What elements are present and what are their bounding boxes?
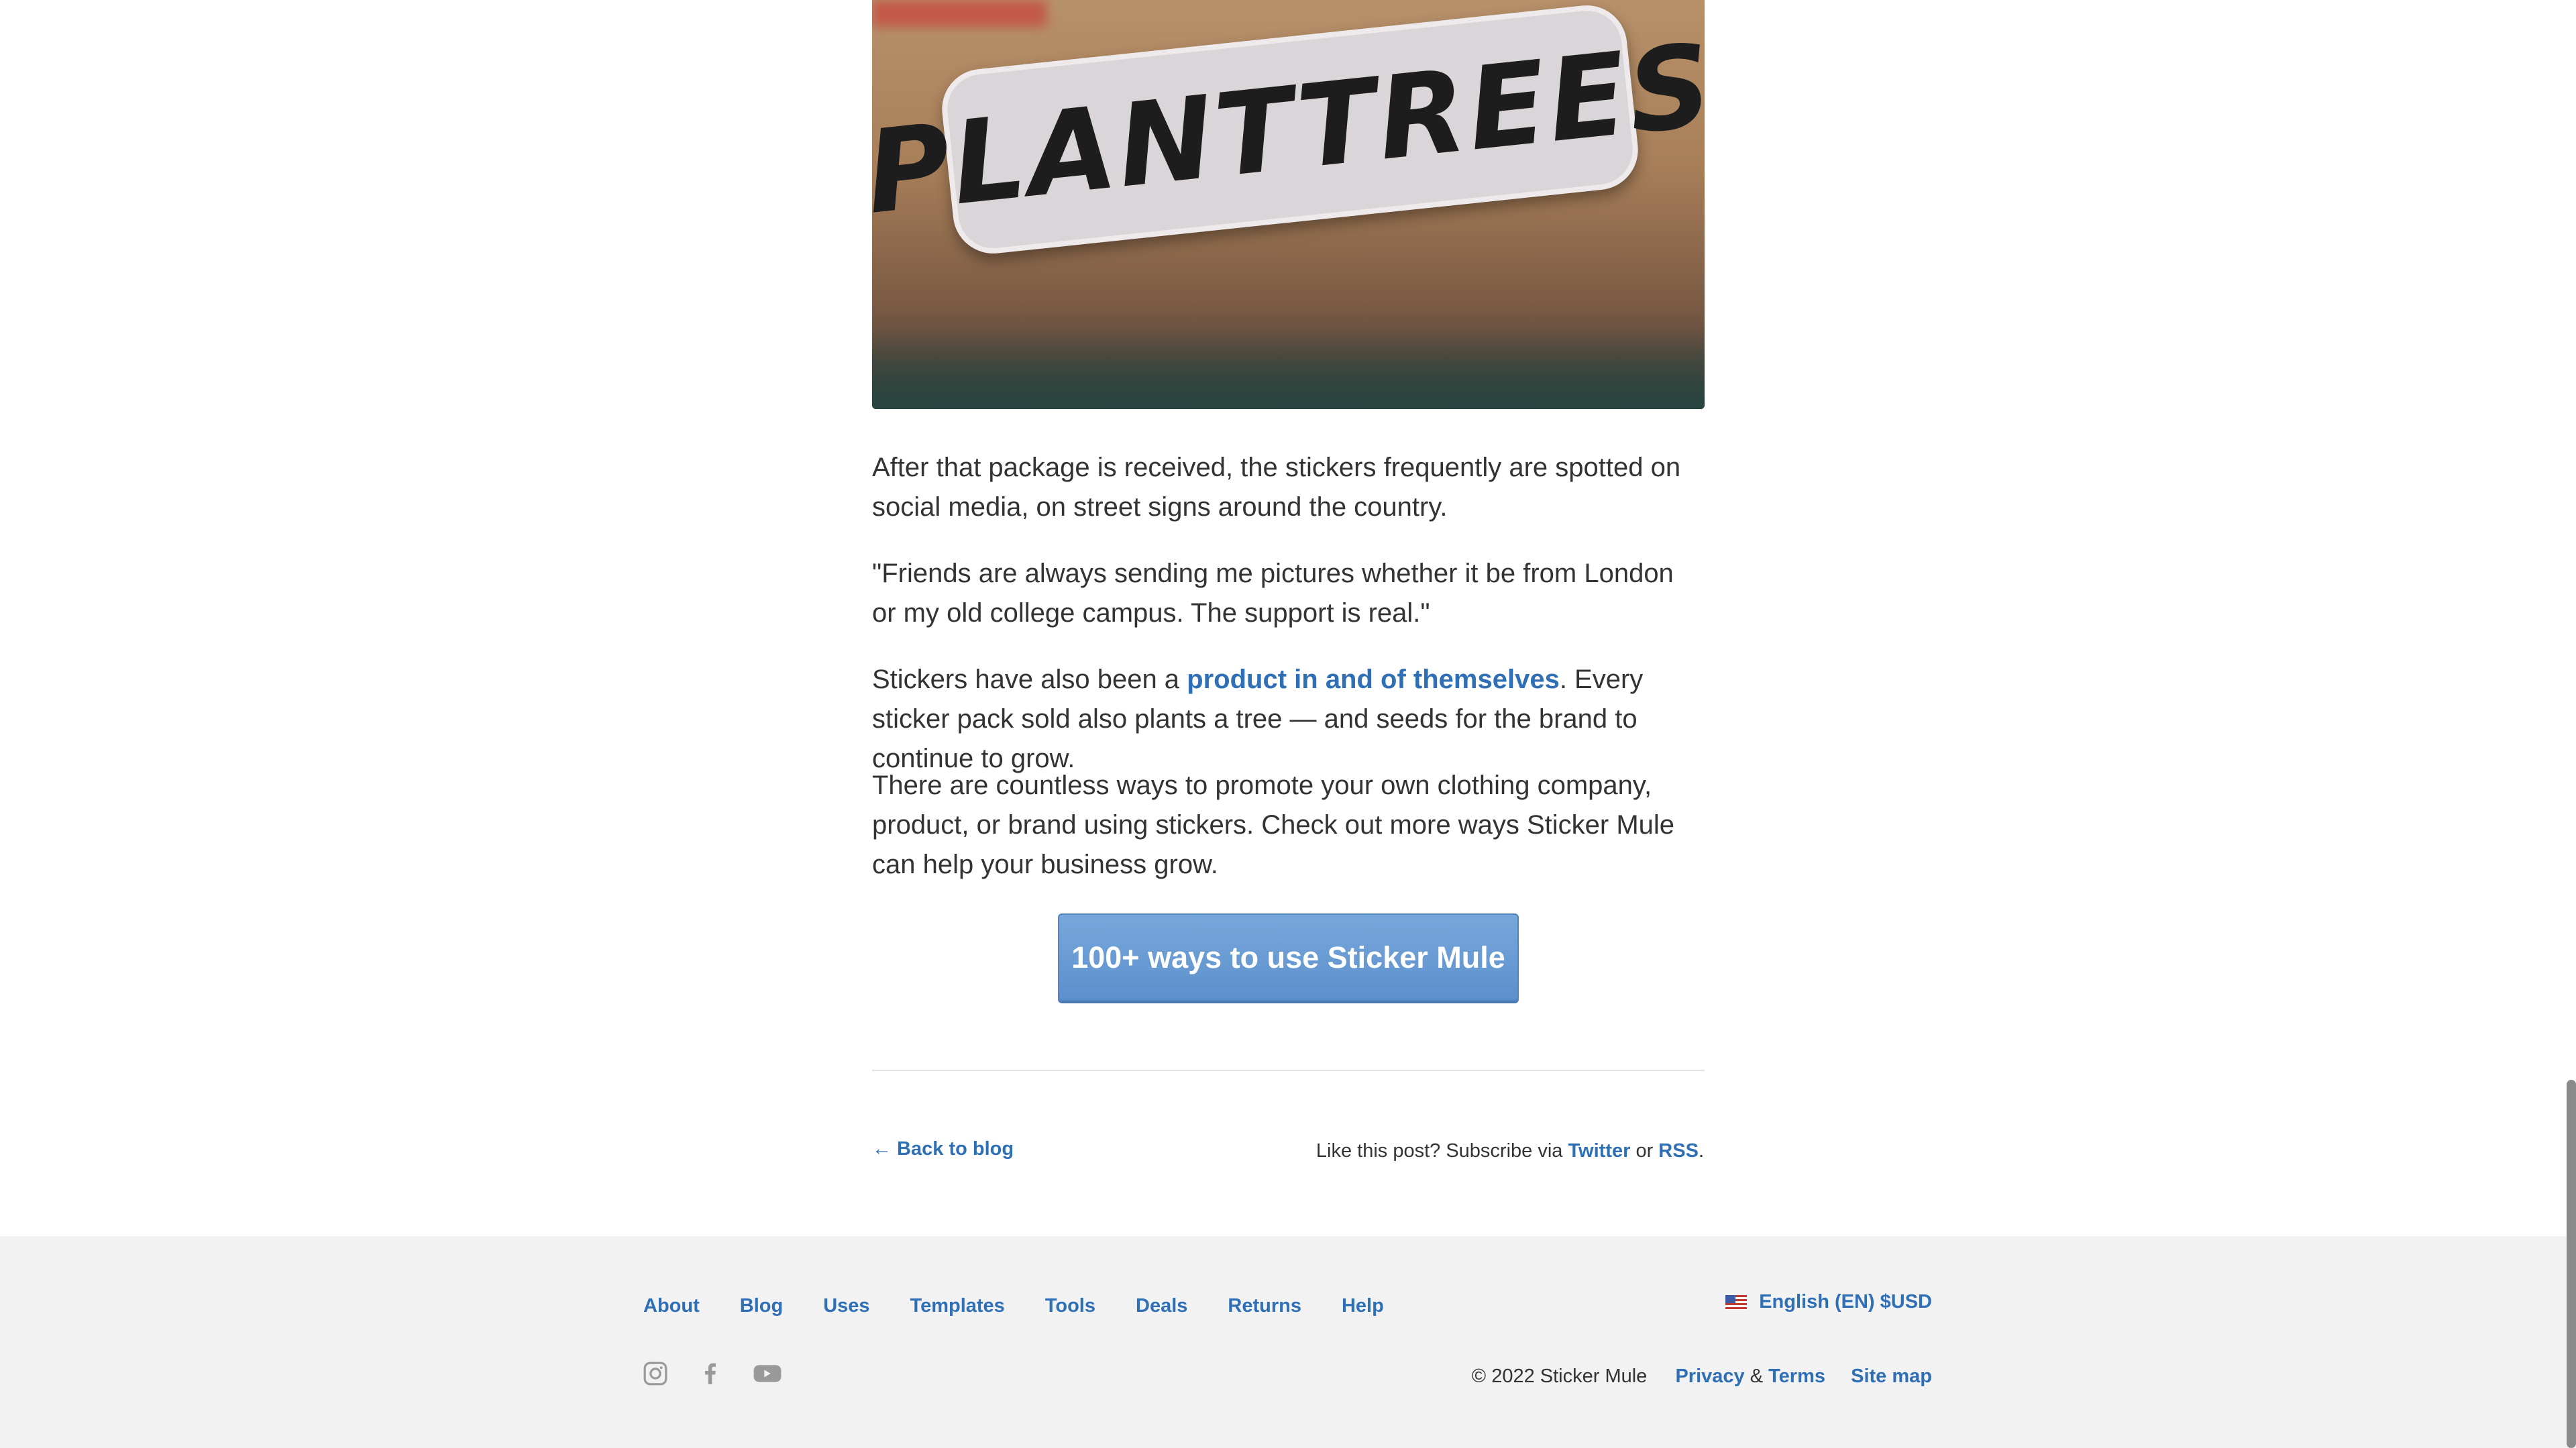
legal-amp: & [1744, 1366, 1769, 1387]
article-paragraph-2: "Friends are always sending me pictures … [872, 554, 1705, 633]
footer-nav: About Blog Uses Templates Tools Deals Re… [643, 1295, 1384, 1317]
terms-link[interactable]: Terms [1768, 1366, 1825, 1387]
ways-to-use-button[interactable]: 100+ ways to use Sticker Mule [1058, 913, 1519, 1001]
site-footer: About Blog Uses Templates Tools Deals Re… [0, 1236, 2576, 1448]
footer-link-templates[interactable]: Templates [910, 1295, 1005, 1317]
article-hero-image: PLANTTREES [872, 0, 1705, 409]
footer-link-about[interactable]: About [643, 1295, 700, 1317]
instagram-icon[interactable] [643, 1361, 668, 1386]
divider [872, 1070, 1705, 1071]
paragraph-text: "Friends are always sending me pictures … [872, 559, 1674, 628]
article-paragraph-4: There are countless ways to promote your… [872, 766, 1705, 885]
product-in-and-of-themselves-link[interactable]: product in and of themselves [1187, 665, 1560, 694]
paragraph-text: Stickers have also been a product in and… [872, 660, 1705, 779]
subscribe-or: or [1630, 1140, 1659, 1162]
subscribe-text: Like this post? Subscribe via [1316, 1140, 1568, 1162]
paragraph-text: There are countless ways to promote your… [872, 771, 1675, 879]
footer-link-returns[interactable]: Returns [1228, 1295, 1301, 1317]
language-label: English (EN) $USD [1759, 1291, 1932, 1313]
site-map-link[interactable]: Site map [1851, 1366, 1932, 1387]
rss-link[interactable]: RSS [1658, 1140, 1699, 1162]
footer-link-deals[interactable]: Deals [1136, 1295, 1187, 1317]
paragraph-fragment: Stickers have also been a [872, 665, 1187, 694]
footer-link-blog[interactable]: Blog [740, 1295, 783, 1317]
subscribe-line: Like this post? Subscribe via Twitter or… [1316, 1140, 1704, 1162]
sticker-text: PLANTTREES [872, 19, 1705, 240]
us-flag-icon [1725, 1294, 1748, 1310]
hero-red-accent [872, 0, 1046, 27]
legal-links: © 2022 Sticker Mule Privacy & Terms Site… [1472, 1366, 1932, 1388]
language-selector[interactable]: English (EN) $USD [1725, 1291, 1932, 1313]
subscribe-period: . [1698, 1140, 1704, 1162]
privacy-link[interactable]: Privacy [1675, 1366, 1744, 1387]
footer-link-uses[interactable]: Uses [823, 1295, 869, 1317]
copyright: © 2022 Sticker Mule [1471, 1366, 1648, 1387]
hero-teal-surface [872, 329, 1705, 409]
twitter-link[interactable]: Twitter [1568, 1140, 1630, 1162]
scrollbar[interactable] [2567, 1080, 2576, 1448]
back-to-blog-link[interactable]: ← Back to blog [872, 1138, 1014, 1160]
social-links [643, 1361, 782, 1386]
article-paragraph-1: After that package is received, the stic… [872, 448, 1705, 527]
paragraph-text: After that package is received, the stic… [872, 453, 1681, 522]
footer-link-help[interactable]: Help [1342, 1295, 1384, 1317]
article-paragraph-3: Stickers have also been a product in and… [872, 660, 1705, 779]
youtube-icon[interactable] [753, 1361, 782, 1386]
facebook-icon[interactable] [698, 1361, 723, 1386]
footer-link-tools[interactable]: Tools [1045, 1295, 1095, 1317]
plant-trees-sticker: PLANTTREES [872, 1, 1705, 258]
